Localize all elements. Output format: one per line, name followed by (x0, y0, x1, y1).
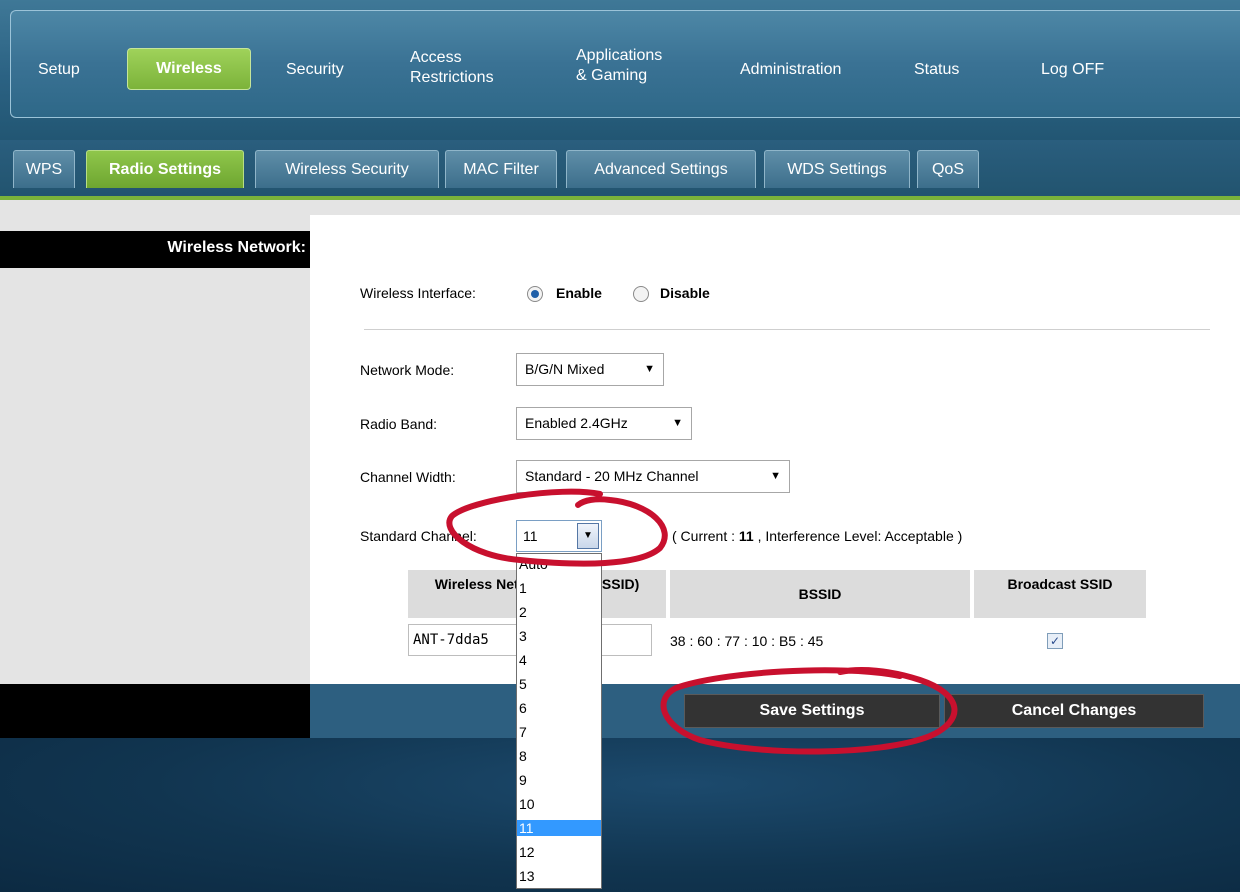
bssid-column-header: BSSID (670, 570, 970, 618)
channel-option-selected[interactable]: 11 (517, 820, 601, 836)
radio-band-value: Enabled 2.4GHz (525, 415, 628, 431)
chevron-down-icon[interactable]: ▼ (577, 523, 599, 549)
tab-wps[interactable]: WPS (13, 150, 75, 188)
current-channel-value: 11 (738, 528, 754, 544)
channel-width-value: Standard - 20 MHz Channel (525, 468, 699, 484)
standard-channel-select[interactable]: 11 ▼ (516, 520, 602, 552)
channel-option[interactable]: 8 (517, 748, 601, 764)
channel-option[interactable]: 1 (517, 580, 601, 596)
disable-radio[interactable] (633, 286, 649, 302)
tab-qos[interactable]: QoS (917, 150, 979, 188)
radio-band-label: Radio Band: (360, 416, 438, 432)
section-header: Wireless Network: (0, 231, 310, 268)
tab-mac-filter[interactable]: MAC Filter (445, 150, 557, 188)
enable-radio[interactable] (527, 286, 543, 302)
network-mode-label: Network Mode: (360, 362, 455, 378)
section-title: Wireless Network: (167, 239, 306, 256)
broadcast-ssid-checkbox[interactable]: ✓ (1047, 633, 1063, 649)
channel-option[interactable]: 6 (517, 700, 601, 716)
nav-security[interactable]: Security (286, 60, 344, 80)
channel-option[interactable]: 5 (517, 676, 601, 692)
channel-option[interactable]: 2 (517, 604, 601, 620)
cancel-changes-button[interactable]: Cancel Changes (944, 694, 1204, 728)
save-settings-button[interactable]: Save Settings (684, 694, 940, 728)
nav-wireless[interactable]: Wireless (127, 48, 251, 90)
nav-status[interactable]: Status (914, 60, 959, 80)
nav-administration[interactable]: Administration (740, 60, 841, 80)
tab-advanced-settings[interactable]: Advanced Settings (566, 150, 756, 188)
check-icon: ✓ (1049, 634, 1061, 648)
enable-radio-label: Enable (556, 285, 602, 301)
nav-log-off[interactable]: Log OFF (1041, 60, 1104, 80)
network-mode-select[interactable]: B/G/N Mixed ▼ (516, 353, 664, 386)
channel-option[interactable]: 13 (517, 868, 601, 884)
nav-applications-gaming[interactable]: Applications & Gaming (576, 46, 662, 86)
bssid-value: 38 : 60 : 77 : 10 : B5 : 45 (670, 633, 824, 649)
disable-radio-label: Disable (660, 285, 710, 301)
current-prefix: ( Current : (672, 528, 739, 544)
channel-option[interactable]: 10 (517, 796, 601, 812)
nav-access-restrictions[interactable]: Access Restrictions (410, 48, 494, 88)
channel-option[interactable]: 3 (517, 628, 601, 644)
channel-option[interactable]: 4 (517, 652, 601, 668)
channel-option[interactable]: 12 (517, 844, 601, 860)
channel-option[interactable]: Auto (517, 556, 601, 572)
divider (364, 329, 1210, 330)
channel-dropdown-list: Auto 1 2 3 4 5 6 7 8 9 10 11 12 13 (516, 553, 602, 889)
channel-width-select[interactable]: Standard - 20 MHz Channel ▼ (516, 460, 790, 493)
current-channel-info: ( Current : 11 , Interference Level: Acc… (672, 528, 962, 544)
tab-radio-settings[interactable]: Radio Settings (86, 150, 244, 188)
nav-setup[interactable]: Setup (38, 60, 80, 80)
broadcast-column-header: Broadcast SSID (974, 570, 1146, 618)
standard-channel-value: 11 (523, 528, 538, 544)
tab-wireless-security[interactable]: Wireless Security (255, 150, 439, 188)
chevron-down-icon: ▼ (770, 470, 781, 482)
chevron-down-icon: ▼ (644, 363, 655, 375)
channel-option[interactable]: 9 (517, 772, 601, 788)
standard-channel-label: Standard Channel: (360, 528, 477, 544)
wireless-interface-label: Wireless Interface: (360, 285, 476, 301)
chevron-down-icon: ▼ (672, 417, 683, 429)
channel-width-label: Channel Width: (360, 469, 456, 485)
radio-band-select[interactable]: Enabled 2.4GHz ▼ (516, 407, 692, 440)
footer-left (0, 684, 310, 738)
tab-wds-settings[interactable]: WDS Settings (764, 150, 910, 188)
network-mode-value: B/G/N Mixed (525, 361, 605, 377)
page-background-bottom (0, 738, 1240, 892)
channel-option[interactable]: 7 (517, 724, 601, 740)
interference-text: , Interference Level: Acceptable ) (753, 528, 963, 544)
